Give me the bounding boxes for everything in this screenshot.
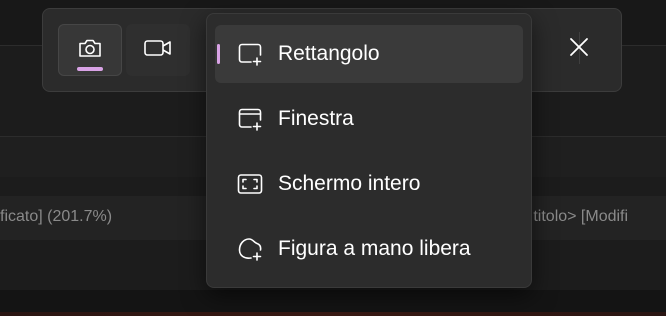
menu-item-rectangle[interactable]: Rettangolo (215, 25, 523, 83)
menu-item-label: Schermo intero (278, 172, 421, 195)
background-row-text-right: a titolo> [Modifi (520, 208, 629, 225)
snip-mode-menu: Rettangolo Finestra Schermo intero Figur… (206, 13, 532, 288)
video-camera-icon (143, 37, 173, 64)
menu-item-label: Figura a mano libera (278, 237, 471, 260)
menu-item-label: Finestra (278, 107, 354, 130)
close-button[interactable] (557, 27, 601, 71)
background-row-text-left: ficato] (201.7%) (0, 208, 113, 225)
background-strip (0, 312, 666, 316)
selection-indicator (217, 44, 220, 64)
rectangle-snip-icon (236, 40, 264, 68)
menu-item-freeform[interactable]: Figura a mano libera (215, 220, 523, 278)
camera-icon (77, 36, 103, 65)
menu-item-fullscreen[interactable]: Schermo intero (215, 155, 523, 213)
fullscreen-snip-icon (236, 170, 264, 198)
window-snip-icon (236, 105, 264, 133)
recording-mode-button[interactable] (126, 24, 190, 76)
menu-item-window[interactable]: Finestra (215, 90, 523, 148)
menu-item-label: Rettangolo (278, 42, 380, 65)
active-mode-indicator (77, 67, 103, 71)
freeform-snip-icon (236, 235, 264, 263)
close-icon (568, 36, 590, 63)
screenshot-mode-button[interactable] (58, 24, 122, 76)
